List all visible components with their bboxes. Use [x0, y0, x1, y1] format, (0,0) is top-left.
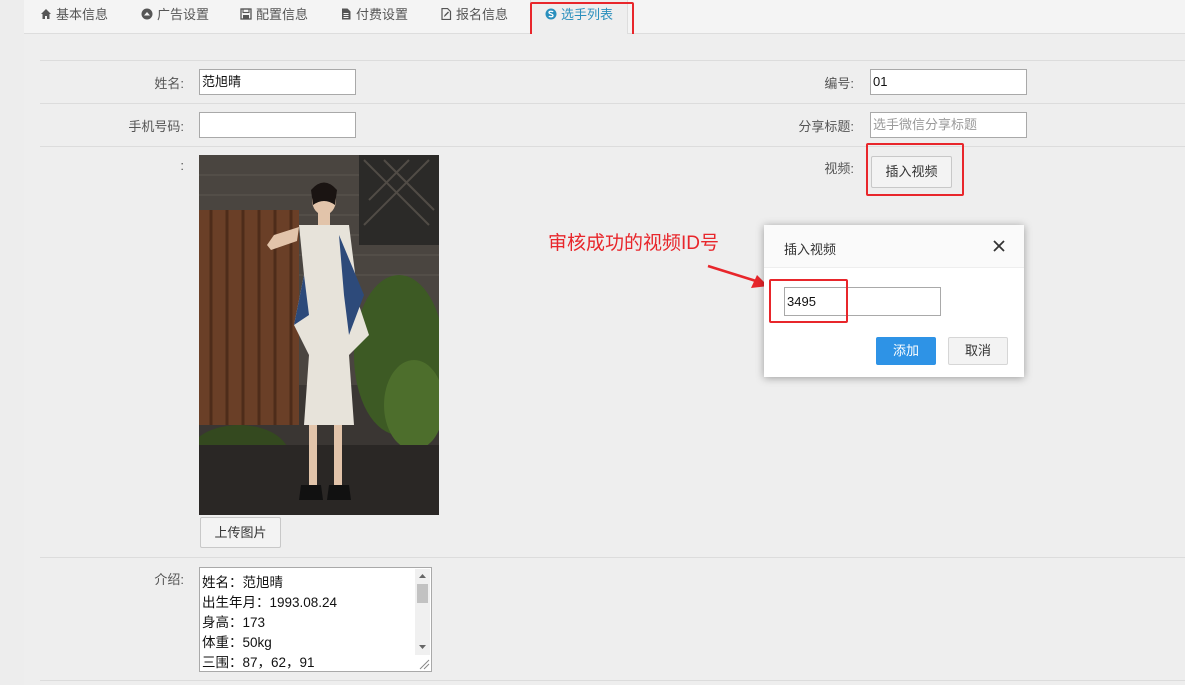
row-divider [40, 60, 1185, 61]
intro-line: 出生年月：1993.08.24 [202, 595, 338, 610]
skype-icon [545, 8, 557, 20]
edit-file-icon [441, 8, 452, 20]
intro-line: 身高：173 [202, 615, 266, 630]
intro-line: 三围：87，62，91 [202, 655, 315, 670]
insert-video-button[interactable]: 插入视频 [871, 156, 952, 188]
left-sidebar-strip [0, 0, 25, 685]
row-divider [40, 146, 1185, 147]
row-divider [40, 557, 1185, 558]
textarea-scrollbar[interactable] [415, 569, 430, 655]
upload-image-button[interactable]: 上传图片 [200, 517, 281, 548]
phone-input[interactable] [199, 112, 356, 138]
video-label: 视频: [824, 161, 854, 176]
intro-line: 姓名：范旭晴 [202, 575, 283, 590]
contestant-photo [199, 155, 439, 515]
annotation-arrow-icon [707, 264, 768, 288]
dialog-title: 插入视频 [784, 242, 837, 257]
tab-ad-settings[interactable]: 广告设置 [141, 0, 209, 33]
tab-bar: 基本信息 广告设置 配置信息 付费设置 报名信息 选手列表 [24, 0, 1185, 34]
resize-handle-icon[interactable] [418, 658, 430, 670]
tab-label: 报名信息 [456, 7, 509, 22]
tab-contestant-list[interactable]: 选手列表 [530, 0, 629, 34]
tab-label: 选手列表 [561, 7, 614, 22]
dialog-header: 插入视频 [764, 225, 1024, 268]
circle-arrow-icon [141, 8, 153, 20]
tab-payment-settings[interactable]: 付费设置 [340, 0, 408, 33]
tab-config-info[interactable]: 配置信息 [240, 0, 308, 33]
close-icon[interactable] [992, 239, 1006, 253]
tab-label: 付费设置 [356, 7, 409, 22]
video-id-input[interactable]: 3495 [784, 287, 941, 316]
number-input[interactable]: 01 [870, 69, 1027, 95]
number-label: 编号: [824, 76, 854, 91]
tab-registration-info[interactable]: 报名信息 [440, 0, 508, 33]
tab-label: 基本信息 [56, 7, 109, 22]
intro-label: 介绍: [154, 572, 184, 587]
name-label: 姓名: [154, 76, 184, 91]
tab-label: 配置信息 [256, 7, 309, 22]
row-divider [40, 103, 1185, 104]
scrollbar-graphic [417, 574, 428, 649]
phone-label: 手机号码: [128, 119, 184, 134]
document-icon [342, 8, 351, 20]
share-title-input[interactable]: 选手微信分享标题 [870, 112, 1027, 138]
name-input[interactable]: 范旭晴 [199, 69, 356, 95]
intro-textarea[interactable]: 姓名：范旭晴 出生年月：1993.08.24 身高：173 体重：50kg 三围… [199, 567, 432, 672]
tab-basic-info[interactable]: 基本信息 [40, 0, 108, 33]
tab-label: 广告设置 [157, 7, 210, 22]
image-label: : [180, 158, 184, 173]
home-icon [41, 9, 51, 19]
annotation-text: 审核成功的视频ID号 [548, 233, 720, 254]
add-button[interactable]: 添加 [876, 337, 936, 365]
intro-line: 体重：50kg [202, 635, 272, 650]
insert-video-dialog: 插入视频 3495 添加 取消 [764, 225, 1024, 377]
save-icon [240, 8, 252, 20]
share-title-label: 分享标题: [798, 119, 854, 134]
cancel-button[interactable]: 取消 [948, 337, 1008, 365]
photo-image [199, 155, 439, 515]
row-divider [40, 680, 1185, 681]
